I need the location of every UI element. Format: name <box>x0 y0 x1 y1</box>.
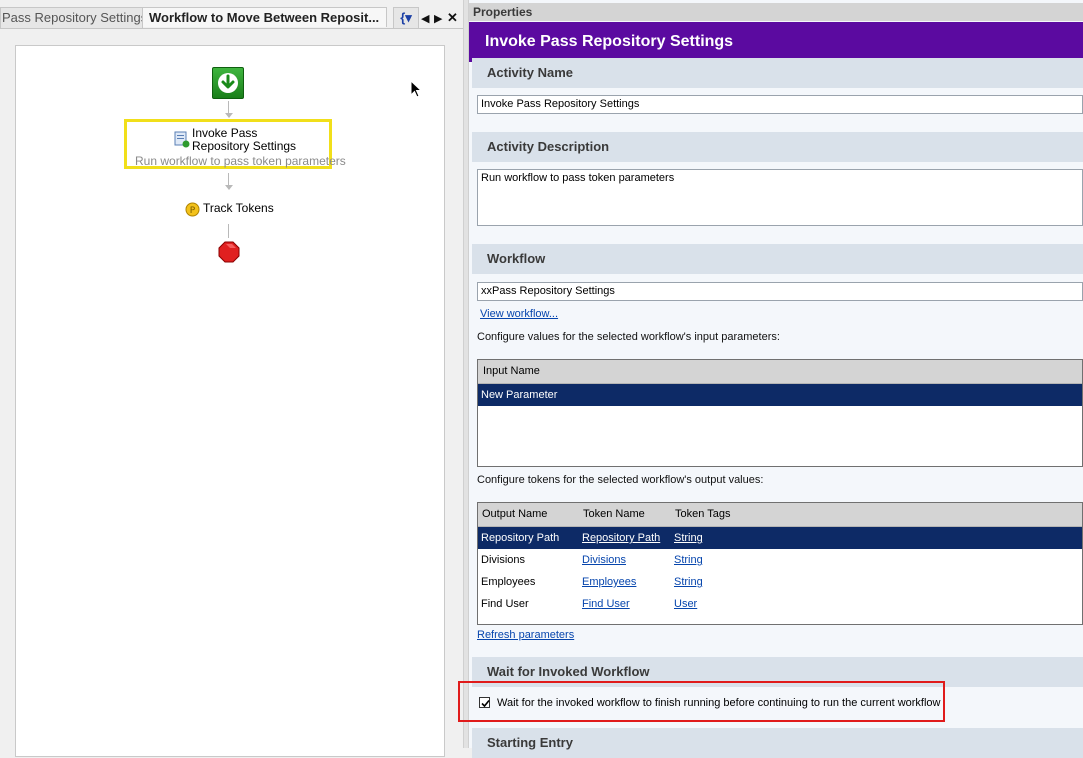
section-activity-name: Activity Name <box>472 58 1083 88</box>
output-name-cell: Find User <box>481 598 529 610</box>
tab-close-icon[interactable]: ✕ <box>447 10 458 26</box>
table-row[interactable]: New Parameter <box>478 384 1082 406</box>
token-tags-link[interactable]: String <box>674 549 703 571</box>
column-header-token-tags[interactable]: Token Tags <box>675 503 730 526</box>
start-node[interactable] <box>212 67 244 99</box>
invoke-activity-title: Invoke Pass Repository Settings <box>192 126 297 153</box>
highlight-annotation-box <box>458 681 945 722</box>
output-name-cell: Repository Path <box>481 532 560 544</box>
stop-icon[interactable] <box>218 241 240 263</box>
section-starting-entry: Starting Entry <box>472 728 1083 758</box>
refresh-parameters-link[interactable]: Refresh parameters <box>477 629 574 641</box>
token-tags-link[interactable]: String <box>674 571 703 593</box>
properties-title-bar: Properties <box>469 3 1083 21</box>
mouse-cursor-icon <box>410 80 422 98</box>
table-row[interactable]: Divisions Divisions String <box>478 549 1082 571</box>
svg-text:P: P <box>190 206 196 216</box>
tab-pass-repository-settings[interactable]: Pass Repository Settings <box>0 7 143 28</box>
workflow-field[interactable]: xxPass Repository Settings <box>477 282 1083 301</box>
table-row[interactable]: Employees Employees String <box>478 571 1082 593</box>
column-header-token-name[interactable]: Token Name <box>583 503 645 526</box>
track-tokens-label: Track Tokens <box>203 201 274 215</box>
token-name-link[interactable]: Repository Path <box>582 527 660 549</box>
properties-header: Invoke Pass Repository Settings <box>469 22 1083 62</box>
output-name-cell: Divisions <box>481 554 526 566</box>
tab-scroll-left-icon[interactable]: ◀ <box>421 12 429 25</box>
token-name-link[interactable]: Find User <box>582 593 630 615</box>
connector-arrow <box>225 113 233 118</box>
token-name-link[interactable]: Divisions <box>582 549 626 571</box>
input-grid-header: Input Name <box>478 360 1082 384</box>
document-tab-strip: Pass Repository Settings Workflow to Mov… <box>0 5 463 29</box>
connector-line <box>228 224 229 238</box>
invoke-activity-description: Run workflow to pass token parameters <box>135 154 346 168</box>
properties-pane: Properties Invoke Pass Repository Settin… <box>469 0 1083 758</box>
column-header-output-name[interactable]: Output Name <box>482 503 547 526</box>
view-workflow-link[interactable]: View workflow... <box>480 308 558 320</box>
input-params-instructions: Configure values for the selected workfl… <box>477 331 780 343</box>
section-workflow: Workflow <box>472 244 1083 274</box>
connector-arrow <box>225 185 233 190</box>
workflow-designer-pane: Pass Repository Settings Workflow to Mov… <box>0 0 463 757</box>
token-tags-link[interactable]: User <box>674 593 697 615</box>
section-activity-description: Activity Description <box>472 132 1083 162</box>
token-tags-link[interactable]: String <box>674 527 703 549</box>
output-name-cell: Employees <box>481 576 536 588</box>
output-grid-header: Output Name Token Name Token Tags <box>478 503 1082 527</box>
column-header-input-name[interactable]: Input Name <box>483 360 540 383</box>
invoke-workflow-activity[interactable]: Invoke Pass Repository Settings Run work… <box>124 119 346 169</box>
table-row[interactable]: Find User Find User User <box>478 593 1082 615</box>
output-tokens-instructions: Configure tokens for the selected workfl… <box>477 474 764 486</box>
tab-scroll-right-icon[interactable]: ▶ <box>434 12 442 25</box>
activity-name-field[interactable]: Invoke Pass Repository Settings <box>477 95 1083 114</box>
start-arrow-icon <box>218 73 238 93</box>
tab-workflow-to-move-between-repositories[interactable]: Workflow to Move Between Reposit... <box>142 7 387 27</box>
output-tokens-grid[interactable]: Output Name Token Name Token Tags Reposi… <box>477 502 1083 625</box>
input-name-cell: New Parameter <box>481 389 558 401</box>
workflow-canvas[interactable]: Invoke Pass Repository Settings Run work… <box>15 45 445 757</box>
token-icon: P <box>185 202 200 217</box>
token-name-link[interactable]: Employees <box>582 571 636 593</box>
tab-overflow-dropdown[interactable]: {▾ <box>393 7 419 28</box>
activity-description-field[interactable]: Run workflow to pass token parameters <box>477 169 1083 226</box>
invoke-workflow-icon <box>174 131 190 148</box>
table-row[interactable]: Repository Path Repository Path String <box>478 527 1082 549</box>
input-parameters-grid[interactable]: Input Name New Parameter <box>477 359 1083 467</box>
